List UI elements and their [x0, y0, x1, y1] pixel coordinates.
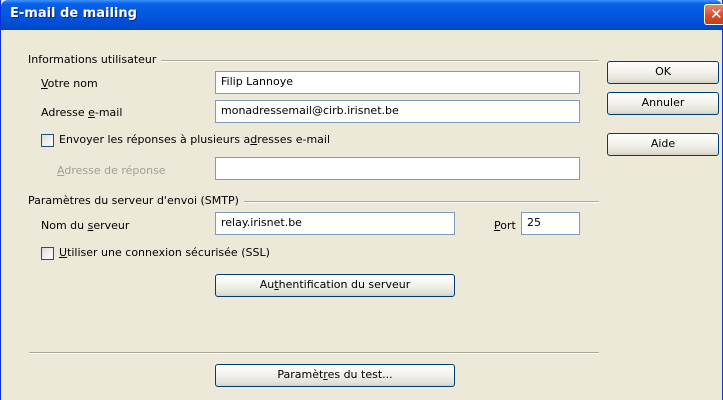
ssl-label[interactable]: Utiliser une connexion sécurisée (SSL)	[59, 246, 270, 259]
email-input[interactable]: monadressemail@cirb.irisnet.be	[215, 100, 580, 123]
user-info-section-title: Informations utilisateur	[28, 53, 162, 66]
server-auth-button[interactable]: Authentification du serveur	[215, 274, 455, 297]
name-input-value: Filip Lannoye	[221, 75, 293, 88]
cancel-button[interactable]: Annuler	[607, 92, 719, 115]
port-input-value: 25	[527, 216, 541, 229]
bottom-separator	[29, 352, 599, 354]
help-button[interactable]: Aide	[607, 133, 719, 156]
close-icon: ✕	[710, 5, 723, 23]
name-input[interactable]: Filip Lannoye	[215, 71, 580, 94]
window-title: E-mail de mailing	[10, 6, 137, 21]
close-button[interactable]: ✕	[704, 4, 723, 25]
email-label: Adresse e-mail	[41, 106, 123, 119]
dialog-window: E-mail de mailing ✕ Informations utilisa…	[0, 0, 723, 400]
reply-multiple-checkbox[interactable]	[41, 134, 54, 147]
test-settings-button[interactable]: Paramètres du test...	[215, 364, 455, 387]
reply-address-input[interactable]	[215, 157, 580, 180]
server-input[interactable]: relay.irisnet.be	[215, 212, 455, 235]
smtp-section-title: Paramètres du serveur d'envoi (SMTP)	[28, 194, 244, 207]
title-bar[interactable]: E-mail de mailing ✕	[1, 0, 723, 30]
port-input[interactable]: 25	[521, 212, 580, 235]
email-input-value: monadressemail@cirb.irisnet.be	[221, 104, 399, 117]
port-label: Port	[494, 219, 516, 232]
server-label: Nom du serveur	[41, 219, 130, 232]
name-label: Votre nom	[41, 77, 98, 90]
reply-multiple-label[interactable]: Envoyer les réponses à plusieurs adresse…	[59, 133, 330, 146]
reply-address-label: Adresse de réponse	[57, 164, 166, 177]
server-input-value: relay.irisnet.be	[221, 216, 302, 229]
ssl-checkbox[interactable]	[41, 247, 54, 260]
ok-button[interactable]: OK	[607, 61, 719, 84]
